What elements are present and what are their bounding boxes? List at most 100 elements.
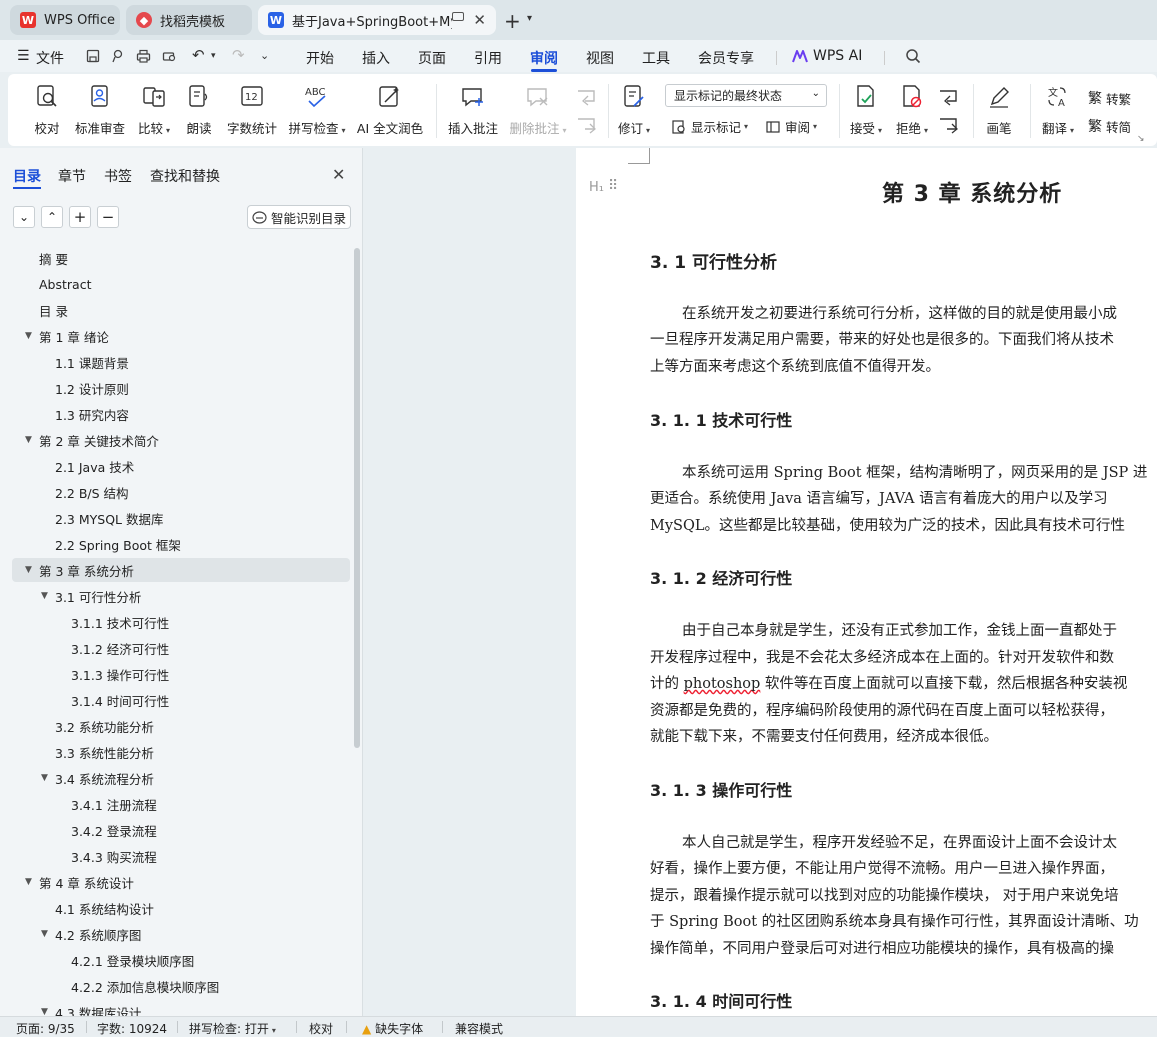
- share-icon[interactable]: [111, 49, 125, 63]
- toc-item[interactable]: 2.2 Spring Boot 框架: [12, 532, 350, 556]
- toc-item[interactable]: 目 录: [12, 298, 350, 322]
- search-icon[interactable]: [905, 48, 921, 64]
- translate-button[interactable]: 文A 翻译 ▾: [1038, 82, 1078, 137]
- page-indicator[interactable]: 页面: 9/35: [16, 1020, 75, 1037]
- panel-tab-find-replace[interactable]: 查找和替换: [150, 166, 220, 186]
- toc-item[interactable]: 2.1 Java 技术: [12, 454, 350, 478]
- toc-item[interactable]: 2.3 MYSQL 数据库: [12, 506, 350, 530]
- undo-dropdown-icon[interactable]: ▾: [211, 51, 216, 61]
- to-traditional-button[interactable]: 繁 转繁: [1088, 88, 1131, 108]
- print-icon[interactable]: [136, 49, 151, 63]
- panel-tab-chapters[interactable]: 章节: [58, 166, 86, 186]
- insert-comment-button[interactable]: 插入批注: [446, 82, 500, 137]
- toc-item[interactable]: 4.2.1 登录模块顺序图: [12, 948, 350, 972]
- toc-item[interactable]: ▼ 3.4 系统流程分析: [12, 766, 350, 790]
- expand-arrow-icon[interactable]: ▼: [41, 929, 48, 939]
- toc-item[interactable]: 3.1.4 时间可行性: [12, 688, 350, 712]
- read-aloud-button[interactable]: 朗读: [184, 82, 214, 137]
- toc-item[interactable]: 2.2 B/S 结构: [12, 480, 350, 504]
- toc-item[interactable]: ▼ 3.1 可行性分析: [12, 584, 350, 608]
- collapse-all-button[interactable]: ⌄: [13, 206, 35, 228]
- accept-button[interactable]: 接受 ▾: [846, 82, 886, 137]
- menu-view[interactable]: 视图: [586, 48, 614, 68]
- toc-item[interactable]: ▼ 4.3 数据库设计: [12, 1000, 350, 1017]
- expand-arrow-icon[interactable]: ▼: [25, 435, 32, 445]
- misspelled-word[interactable]: photoshop: [684, 676, 761, 692]
- tab-docer[interactable]: ◆ 找稻壳模板: [126, 5, 252, 35]
- tab-list-chevron-icon[interactable]: ▾: [527, 13, 532, 24]
- expand-arrow-icon[interactable]: ▼: [25, 331, 32, 341]
- drag-handle-icon[interactable]: ⠿: [608, 178, 618, 194]
- save-icon[interactable]: [86, 49, 100, 63]
- panel-tab-toc[interactable]: 目录: [13, 166, 41, 186]
- toc-item[interactable]: 4.1 系统结构设计: [12, 896, 350, 920]
- toc-scrollbar[interactable]: [354, 248, 360, 748]
- menu-insert[interactable]: 插入: [362, 48, 390, 68]
- hamburger-icon[interactable]: ☰: [17, 48, 30, 64]
- menu-page[interactable]: 页面: [418, 48, 446, 68]
- toc-item[interactable]: 3.4.1 注册流程: [12, 792, 350, 816]
- menu-file[interactable]: 文件: [36, 48, 64, 68]
- word-count-button[interactable]: 12 字数统计: [226, 82, 278, 137]
- panel-tab-bookmarks[interactable]: 书签: [104, 166, 132, 186]
- toc-item[interactable]: 1.2 设计原则: [12, 376, 350, 400]
- to-simplified-button[interactable]: 繁 转简: [1088, 116, 1131, 136]
- menu-wps-ai[interactable]: WPS AI: [813, 48, 862, 64]
- more-quick-access-icon[interactable]: ⌄: [260, 49, 269, 62]
- pen-button[interactable]: 画笔: [982, 82, 1016, 137]
- toc-item[interactable]: 3.1.2 经济可行性: [12, 636, 350, 660]
- compare-button[interactable]: 比较 ▾: [134, 82, 174, 137]
- new-tab-icon[interactable]: +: [504, 9, 521, 33]
- menu-tools[interactable]: 工具: [642, 48, 670, 68]
- toc-item[interactable]: ▼ 第 3 章 系统分析: [12, 558, 350, 582]
- tab-wps-office[interactable]: W WPS Office: [10, 5, 120, 35]
- close-panel-icon[interactable]: ✕: [332, 165, 345, 184]
- toc-item[interactable]: 摘 要: [12, 246, 350, 270]
- expand-arrow-icon[interactable]: ▼: [25, 565, 32, 575]
- toc-item[interactable]: 4.2.2 添加信息模块顺序图: [12, 974, 350, 998]
- proofread-button[interactable]: 校对: [30, 82, 64, 137]
- reject-button[interactable]: 拒绝 ▾: [892, 82, 932, 137]
- next-change-icon[interactable]: [938, 116, 960, 134]
- ai-polish-button[interactable]: AI 全文润色: [356, 82, 424, 137]
- menu-reference[interactable]: 引用: [474, 48, 502, 68]
- review-pane-button[interactable]: 审阅 ▾: [765, 117, 817, 136]
- move-up-button[interactable]: ⌃: [41, 206, 63, 228]
- smart-toc-button[interactable]: 智能识别目录: [247, 205, 351, 229]
- toc-item[interactable]: 3.1.3 操作可行性: [12, 662, 350, 686]
- document-page[interactable]: H₁ ⠿ 第 3 章 系统分析 3. 1 可行性分析 在系统开发之初要进行系统可…: [576, 148, 1157, 1016]
- toc-item[interactable]: ▼ 4.2 系统顺序图: [12, 922, 350, 946]
- toc-item[interactable]: 3.3 系统性能分析: [12, 740, 350, 764]
- menu-review[interactable]: 审阅: [530, 48, 558, 68]
- toc-item[interactable]: 1.3 研究内容: [12, 402, 350, 426]
- toc-item[interactable]: ▼ 第 4 章 系统设计: [12, 870, 350, 894]
- toc-item[interactable]: ▼ 第 2 章 关键技术简介: [12, 428, 350, 452]
- undo-icon[interactable]: ↶: [192, 46, 205, 64]
- expand-arrow-icon[interactable]: ▼: [41, 591, 48, 601]
- word-count-indicator[interactable]: 字数: 10924: [97, 1020, 167, 1037]
- monitor-icon[interactable]: [452, 12, 464, 21]
- toc-item[interactable]: Abstract: [12, 272, 350, 296]
- spell-check-status[interactable]: 拼写检查: 打开 ▾: [189, 1020, 276, 1037]
- tab-document[interactable]: W 基于Java+SpringBoot+MyS ✕: [258, 5, 496, 35]
- expand-arrow-icon[interactable]: ▼: [41, 773, 48, 783]
- menu-start[interactable]: 开始: [306, 48, 334, 68]
- remove-heading-button[interactable]: −: [97, 206, 119, 228]
- standard-review-button[interactable]: 标准审查: [74, 82, 126, 137]
- markup-mode-select[interactable]: 显示标记的最终状态 ⌄: [665, 84, 827, 107]
- show-markup-button[interactable]: 显示标记 ▾: [671, 117, 748, 136]
- proofread-status[interactable]: 校对: [309, 1020, 333, 1037]
- spell-check-button[interactable]: ABC 拼写检查 ▾: [288, 82, 346, 137]
- add-heading-button[interactable]: +: [69, 206, 91, 228]
- previous-change-icon[interactable]: [938, 88, 960, 106]
- toc-item[interactable]: ▼ 第 1 章 绪论: [12, 324, 350, 348]
- toc-item[interactable]: 3.1.1 技术可行性: [12, 610, 350, 634]
- heading-level-icon[interactable]: H₁: [589, 180, 604, 195]
- toc-item[interactable]: 3.4.3 购买流程: [12, 844, 350, 868]
- print-preview-icon[interactable]: [162, 49, 177, 63]
- toc-item[interactable]: 3.4.2 登录流程: [12, 818, 350, 842]
- menu-membership[interactable]: 会员专享: [698, 48, 754, 68]
- missing-font-status[interactable]: ▲ 缺失字体: [362, 1020, 423, 1037]
- toc-item[interactable]: 3.2 系统功能分析: [12, 714, 350, 738]
- expand-arrow-icon[interactable]: ▼: [41, 1007, 48, 1016]
